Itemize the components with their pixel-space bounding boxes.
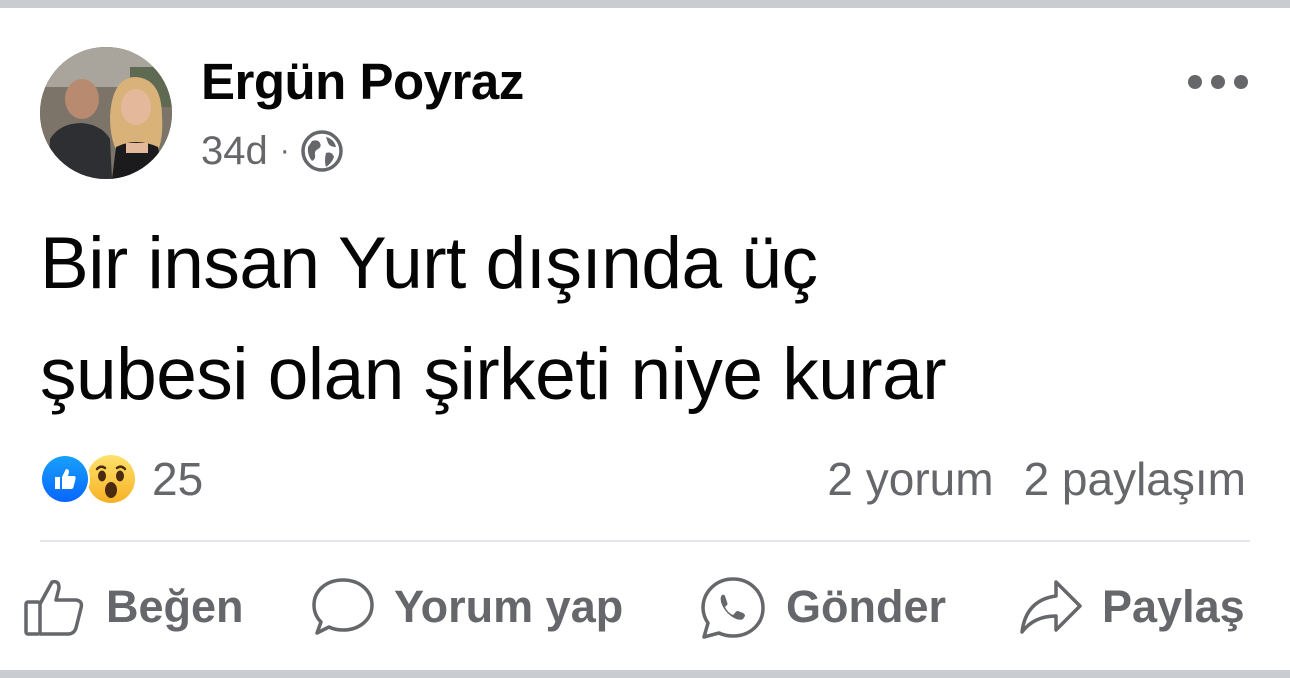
reactions-summary[interactable]: 25: [40, 450, 203, 508]
post-text-line: şubesi olan şirketi niye kurar: [40, 334, 947, 415]
avatar-image: [40, 47, 172, 179]
share-arrow-icon: [1020, 580, 1082, 634]
comment-button[interactable]: Yorum yap: [310, 575, 623, 639]
author-name[interactable]: Ergün Poyraz: [201, 52, 524, 111]
wow-reaction-icon: [84, 452, 138, 506]
comment-label: Yorum yap: [394, 581, 624, 632]
top-border: [0, 0, 1290, 8]
post-time[interactable]: 34d: [201, 129, 268, 174]
thumbs-up-icon: [24, 579, 84, 636]
share-label: Paylaş: [1102, 581, 1245, 632]
post-text: Bir insan Yurt dışında üç şubesi olan şi…: [40, 208, 1260, 430]
like-reaction-icon: [40, 454, 90, 504]
post-meta: 34d ·: [201, 128, 344, 174]
more-options-icon[interactable]: [1188, 62, 1248, 102]
globe-icon[interactable]: [300, 129, 344, 173]
engagement-stats: 2 yorum 2 paylaşım: [827, 452, 1246, 506]
like-button[interactable]: Beğen: [22, 575, 244, 639]
whatsapp-icon: [701, 577, 765, 639]
post-text-line: Bir insan Yurt dışında üç: [40, 223, 818, 304]
more-dot: [1234, 75, 1248, 89]
avatar[interactable]: [40, 47, 172, 179]
reaction-count: 25: [152, 453, 204, 505]
comment-count[interactable]: 2 yorum: [827, 452, 993, 506]
send-button[interactable]: Gönder: [698, 575, 946, 639]
like-label: Beğen: [106, 581, 244, 632]
send-label: Gönder: [786, 581, 947, 632]
share-button[interactable]: Paylaş: [1018, 575, 1245, 639]
bottom-border: [0, 670, 1290, 678]
share-count[interactable]: 2 paylaşım: [1024, 452, 1246, 506]
more-dot: [1211, 75, 1225, 89]
more-dot: [1188, 75, 1202, 89]
post-card: Ergün Poyraz 34d · Bir insan Yurt dışınd…: [0, 0, 1290, 678]
action-bar: Beğen Yorum yap Gönder Paylaş: [22, 575, 1272, 639]
meta-separator: ·: [279, 134, 290, 167]
comment-bubble-icon: [312, 578, 374, 635]
divider: [40, 540, 1250, 542]
